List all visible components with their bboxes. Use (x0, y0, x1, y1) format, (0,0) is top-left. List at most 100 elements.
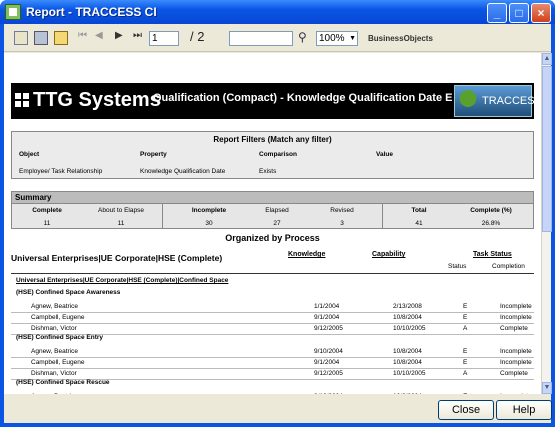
first-page-icon[interactable]: ⏮ (78, 30, 87, 41)
summary-label: About to Elapse (98, 207, 144, 214)
chevron-down-icon: ▼ (349, 35, 356, 42)
employee-name: Agnew, Beatrice (31, 348, 78, 355)
column-header-knowledge[interactable]: Knowledge (288, 251, 325, 258)
report-toolbar: ⏮ ◀ ▶ ⏭ 1 / 2 ⚲ 100% ▼ BusinessObjects (4, 24, 551, 52)
capability-date: 10/8/2004 (393, 359, 422, 366)
scroll-up-icon[interactable]: ▲ (542, 53, 552, 65)
page-number-input[interactable]: 1 (149, 31, 179, 46)
completion-status: Incomplete (500, 314, 532, 321)
page-count: / 2 (190, 29, 205, 44)
task-status: A (463, 370, 468, 377)
filter-header: Value (376, 151, 393, 158)
capability-date: 10/10/2005 (393, 325, 426, 332)
dialog-footer: Close Help (4, 394, 552, 423)
task-status: E (463, 359, 468, 366)
summary-label: Complete (32, 207, 62, 214)
company-name: TTG Systems (33, 89, 161, 111)
completion-status: Incomplete (500, 303, 532, 310)
knowledge-date: 9/1/2004 (314, 359, 340, 366)
capability-date: 10/10/2005 (393, 370, 426, 377)
capability-date: 10/8/2004 (393, 314, 422, 321)
brand-text: BusinessObjects (368, 34, 433, 43)
task-status: E (463, 303, 468, 310)
help-button[interactable]: Help (496, 400, 552, 420)
knowledge-date: 9/10/2004 (314, 348, 343, 355)
knowledge-date: 9/12/2005 (314, 370, 343, 377)
filters-title: Report Filters (Match any filter) (213, 135, 332, 144)
close-button[interactable]: Close (438, 400, 494, 420)
summary-value: 11 (117, 220, 125, 227)
completion-status: Incomplete (500, 359, 532, 366)
group-heading[interactable]: (HSE) Confined Space Entry (16, 334, 103, 341)
company-logo-mark (15, 93, 29, 107)
scroll-down-icon[interactable]: ▼ (542, 382, 552, 394)
close-icon[interactable]: × (531, 3, 551, 23)
employee-name: Campbell, Eugene (31, 359, 85, 366)
filter-header: Property (140, 151, 167, 158)
tree-icon (457, 89, 479, 113)
summary-label: Total (411, 207, 427, 214)
employee-name: Dishman, Victor (31, 370, 77, 377)
app-icon (5, 4, 21, 20)
report-filters: Report Filters (Match any filter) Object… (11, 131, 534, 179)
maximize-icon[interactable]: □ (509, 3, 529, 23)
prev-page-icon[interactable]: ◀ (95, 30, 103, 41)
client-area: ⏮ ◀ ▶ ⏭ 1 / 2 ⚲ 100% ▼ BusinessObjects T… (4, 24, 552, 423)
task-status: E (463, 314, 468, 321)
employee-name: Agnew, Beatrice (31, 303, 78, 310)
column-header-task-status[interactable]: Task Status (473, 251, 512, 258)
summary-label: Incomplete (191, 207, 227, 214)
search-input[interactable] (229, 31, 293, 46)
path-title: Universal Enterprises|UE Corporate|HSE (… (11, 253, 223, 263)
last-page-icon[interactable]: ⏭ (133, 30, 142, 41)
completion-status: Incomplete (500, 348, 532, 355)
summary-value: 11 (43, 220, 51, 227)
group-heading[interactable]: (HSE) Confined Space Rescue (16, 379, 110, 386)
summary-value: 27 (273, 220, 281, 227)
summary-value: 41 (415, 220, 423, 227)
knowledge-date: 9/1/2004 (314, 314, 340, 321)
summary-value: 26.8% (481, 220, 501, 227)
task-status: A (463, 325, 468, 332)
summary-label: Complete (%) (470, 207, 512, 214)
summary-title: Summary (12, 192, 533, 204)
scroll-thumb[interactable] (542, 66, 552, 232)
subheader-completion: Completion (492, 263, 525, 270)
next-page-icon[interactable]: ▶ (115, 30, 123, 41)
knowledge-date: 9/12/2005 (314, 325, 343, 332)
header-rule (11, 273, 534, 274)
product-logo: TRACCESS CI (454, 85, 541, 117)
summary-label: Revised (330, 207, 354, 214)
summary-value: 30 (205, 220, 213, 227)
group-tree-icon[interactable] (54, 31, 68, 45)
vertical-scrollbar[interactable]: ▲ ▼ (541, 53, 552, 394)
zoom-select[interactable]: 100% ▼ (316, 31, 358, 46)
knowledge-date: 1/1/2004 (314, 303, 340, 310)
report-window: Report - TRACCESS CI _ □ × ⏮ ◀ ▶ ⏭ 1 / 2… (0, 0, 555, 427)
filter-value: Exists (259, 168, 277, 175)
category-heading[interactable]: Universal Enterprises|UE Corporate|HSE (… (16, 277, 228, 284)
export-icon[interactable] (14, 31, 28, 45)
binoculars-icon[interactable]: ⚲ (298, 30, 307, 44)
summary-value: 3 (340, 220, 344, 227)
filter-value: Knowledge Qualification Date (140, 168, 226, 175)
print-icon[interactable] (34, 31, 48, 45)
completion-status: Complete (500, 370, 528, 377)
title-bar[interactable]: Report - TRACCESS CI _ □ × (0, 0, 555, 24)
capability-date: 10/8/2004 (393, 348, 422, 355)
filter-header: Object (19, 151, 40, 158)
zoom-value: 100% (319, 33, 345, 44)
employee-name: Dishman, Victor (31, 325, 77, 332)
report-title: Qualification (Compact) - Knowledge Qual… (153, 92, 453, 104)
task-status: E (463, 348, 468, 355)
minimize-icon[interactable]: _ (487, 3, 507, 23)
employee-name: Campbell, Eugene (31, 314, 85, 321)
column-header-capability[interactable]: Capability (372, 251, 405, 258)
group-heading[interactable]: (HSE) Confined Space Awareness (16, 289, 120, 296)
summary-panel: Summary Complete 11 About to Elapse 11 I… (11, 191, 534, 229)
organized-by-heading: Organized by Process (225, 233, 320, 243)
report-viewer[interactable]: TTG Systems Qualification (Compact) - Kn… (4, 53, 541, 394)
filter-header: Comparison (259, 151, 297, 158)
summary-label: Elapsed (265, 207, 289, 214)
businessobjects-logo: BusinessObjects (368, 34, 433, 43)
